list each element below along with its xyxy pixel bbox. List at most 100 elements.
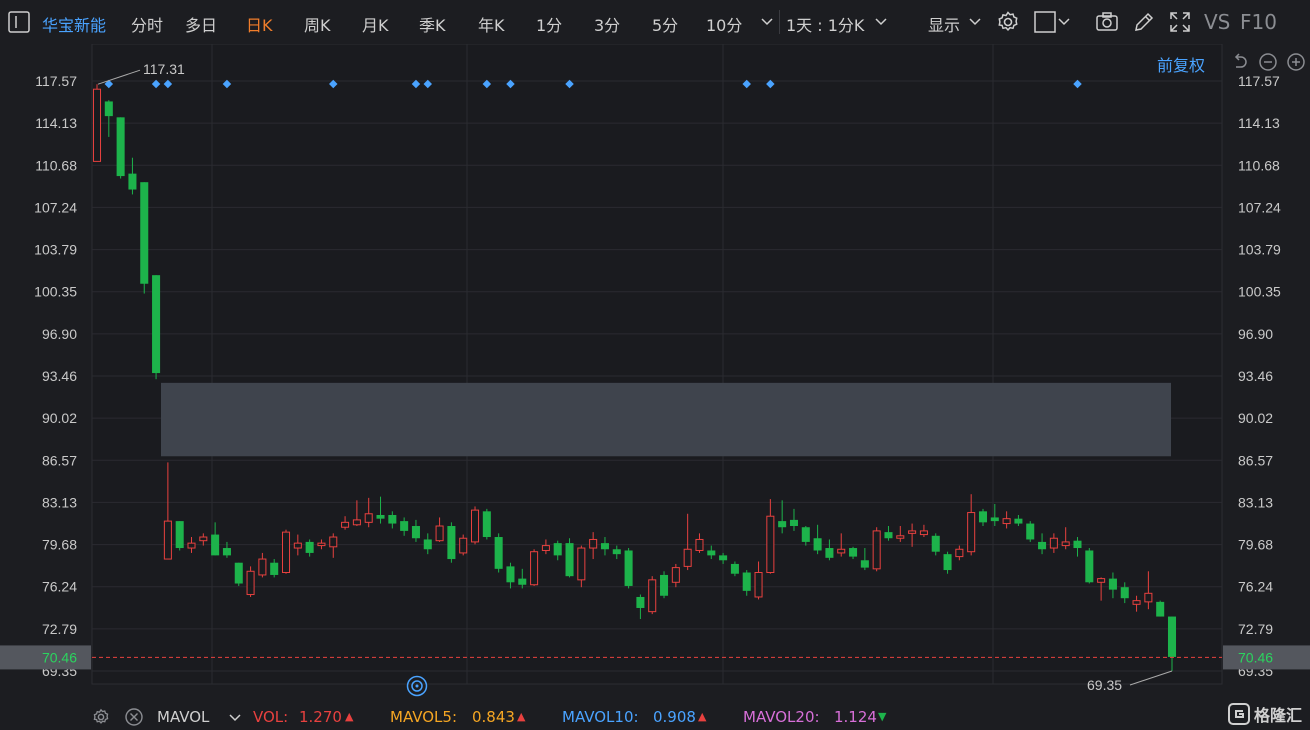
- y-tick-label-right: 114.13: [1238, 115, 1280, 131]
- y-tick-label-right: 72.79: [1238, 621, 1273, 637]
- max-price-label: 117.31: [143, 61, 185, 77]
- candle-body-up: [683, 548, 692, 567]
- adjust-mode-label[interactable]: 前复权: [1157, 52, 1205, 76]
- candle-body-up: [459, 537, 468, 554]
- candle-body-down: [175, 521, 184, 549]
- f10-button[interactable]: F10: [1240, 10, 1277, 34]
- candle-body-down: [931, 535, 940, 552]
- y-tick-label-right: 83.13: [1238, 494, 1273, 510]
- kline-chart-area[interactable]: 117.57 114.13 110.68 107.24 103.79 100.35 96.9…: [0, 44, 1310, 727]
- y-tick-label-left: 96.90: [42, 326, 77, 342]
- tab-monthly-k[interactable]: 月K: [362, 12, 389, 36]
- brand-logo-icon: [1228, 703, 1250, 725]
- y-tick-label-left: 79.68: [42, 537, 77, 553]
- tab-multi-day[interactable]: 多日: [185, 12, 217, 36]
- stock-name[interactable]: 华宝新能: [42, 12, 106, 36]
- chevron-down-icon[interactable]: [760, 14, 774, 33]
- camera-icon[interactable]: [1095, 10, 1119, 38]
- candle-body-down: [742, 572, 751, 591]
- candle-body-down: [612, 549, 621, 555]
- plot-area: [91, 44, 1223, 685]
- brand-logo: 格隆汇: [1228, 702, 1302, 726]
- price-gap-zone: [161, 382, 1171, 457]
- tab-weekly-k[interactable]: 周K: [304, 12, 331, 36]
- candle-body-up: [471, 509, 480, 543]
- candle-body-down: [388, 514, 397, 524]
- display-chevron-icon[interactable]: [968, 14, 982, 33]
- y-tick-label-right: 110.68: [1238, 157, 1280, 173]
- candle-body-down: [719, 555, 728, 561]
- tab-daily-k[interactable]: 日K: [246, 12, 273, 36]
- candle-body-down: [600, 543, 609, 550]
- y-tick-label-left: 100.35: [34, 284, 77, 300]
- undo-icon[interactable]: [1230, 52, 1250, 76]
- candle-body-down: [943, 554, 952, 571]
- y-tick-label-left: 76.24: [42, 579, 77, 595]
- tab-intraday[interactable]: 分时: [131, 12, 163, 36]
- candle-body-down: [884, 532, 893, 539]
- interval-chevron-icon[interactable]: [874, 14, 888, 33]
- current-price-label-right: 70.46: [1238, 649, 1273, 665]
- candle-body-up: [1097, 578, 1106, 583]
- candle-body-up: [577, 547, 586, 581]
- vs-button[interactable]: VS: [1204, 10, 1230, 34]
- tab-10min[interactable]: 10分: [706, 12, 742, 36]
- vol-up-icon: ▲: [345, 710, 354, 723]
- mavol5-up-icon: ▲: [517, 710, 526, 723]
- tab-yearly-k[interactable]: 年K: [478, 12, 505, 36]
- interval-select[interactable]: 1天 : 1分K: [786, 12, 864, 36]
- pencil-icon[interactable]: [1132, 10, 1156, 38]
- candle: [447, 522, 456, 563]
- candle-body-up: [1061, 541, 1070, 547]
- candlestick-chart[interactable]: 117.57 114.13 110.68 107.24 103.79 100.35 96.9…: [0, 44, 1310, 705]
- indicator-name[interactable]: MAVOL: [157, 708, 209, 726]
- candle-body-down: [270, 562, 279, 575]
- zoom-in-icon[interactable]: [1286, 52, 1306, 76]
- candle-body-up: [199, 536, 208, 542]
- candle-body-down: [849, 548, 858, 557]
- candle: [234, 562, 243, 586]
- candle-body-up: [671, 567, 680, 583]
- candle-body-down: [305, 541, 314, 553]
- mavol10-up-icon: ▲: [698, 710, 707, 723]
- candle: [246, 566, 255, 597]
- tab-1min[interactable]: 1分: [536, 12, 562, 36]
- indicator-chevron-icon[interactable]: [228, 710, 242, 729]
- y-tick-label-left: 107.24: [34, 199, 77, 215]
- candle-body-down: [1120, 587, 1129, 599]
- color-box-icon[interactable]: [1034, 10, 1072, 38]
- mavol20-value: 1.124: [834, 708, 877, 726]
- candle-body-up: [281, 531, 291, 574]
- candle-body-up: [352, 519, 361, 526]
- sidebar-toggle-icon[interactable]: [8, 11, 30, 37]
- candle-body-down: [801, 527, 810, 542]
- locate-icon[interactable]: [406, 675, 428, 701]
- candle-body-up: [163, 520, 172, 560]
- candle-body-up: [919, 530, 928, 536]
- candle: [92, 84, 102, 162]
- candle-body-down: [778, 521, 787, 528]
- tab-5min[interactable]: 5分: [652, 12, 678, 36]
- candle-body-down: [553, 543, 562, 556]
- candle-body-down: [1038, 541, 1047, 550]
- candle-body-down: [660, 574, 669, 596]
- fullscreen-icon[interactable]: [1168, 10, 1192, 38]
- candle-body-up: [896, 535, 905, 539]
- gear-icon[interactable]: [996, 10, 1020, 38]
- zoom-out-icon[interactable]: [1258, 52, 1278, 76]
- candle-body-down: [518, 578, 527, 585]
- candle-body-down: [1156, 601, 1165, 617]
- candle-body-down: [447, 526, 456, 560]
- mavol20-label: MAVOL20:: [743, 708, 820, 726]
- min-price-label: 69.35: [1087, 677, 1122, 693]
- y-tick-label-left: 114.13: [35, 115, 77, 131]
- display-menu[interactable]: 显示: [928, 12, 960, 36]
- candle-body-down: [482, 511, 491, 538]
- candle-body-down: [234, 562, 243, 584]
- candle-body-up: [530, 551, 539, 586]
- tab-quarterly-k[interactable]: 季K: [419, 12, 446, 36]
- mavol5-value: 0.843: [472, 708, 515, 726]
- candle-body-down: [624, 550, 633, 586]
- candle-body-down: [1073, 540, 1082, 549]
- tab-3min[interactable]: 3分: [594, 12, 620, 36]
